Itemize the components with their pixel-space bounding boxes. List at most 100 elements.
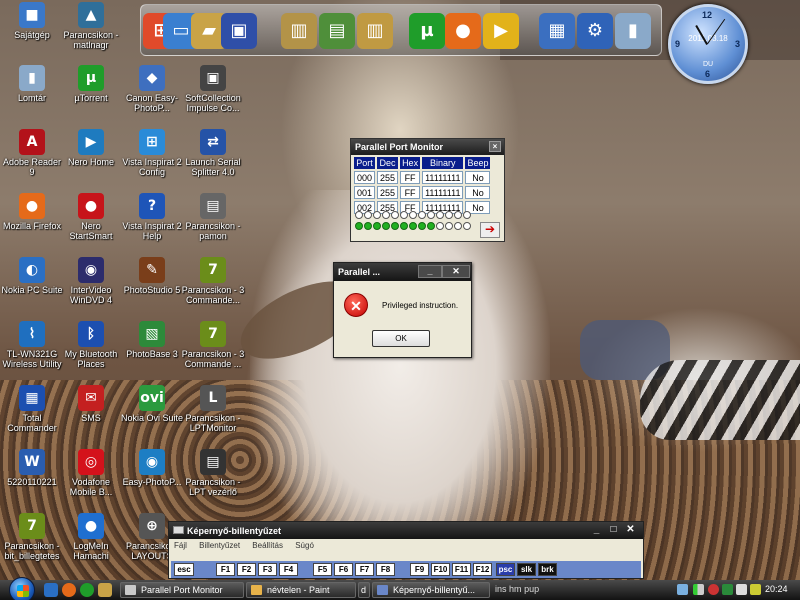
desktop-icon-nero-home[interactable]: ▶ Nero Home <box>59 129 123 167</box>
key-f8[interactable]: F8 <box>376 563 395 576</box>
menu-help[interactable]: Súgó <box>295 541 314 550</box>
desktop-icon-adobe-reader-9[interactable]: A Adobe Reader 9 <box>0 129 64 177</box>
key-psc[interactable]: psc <box>496 563 515 576</box>
tray-antivirus-icon[interactable] <box>708 584 719 595</box>
dialog-titlebar[interactable]: Parallel ... _ ✕ <box>334 263 471 281</box>
minimize-button[interactable]: _ <box>418 265 442 278</box>
desktop-icon-parancsikon-matlnagr[interactable]: ▲ Parancsikon - matlnagr <box>59 2 123 50</box>
parancsikon-bit-billegtetes-icon: 7 <box>19 513 45 539</box>
desktop-icon-label: Easy-PhotoP... <box>122 477 182 487</box>
key-brk[interactable]: brk <box>538 563 557 576</box>
key-f10[interactable]: F10 <box>431 563 450 576</box>
desktop-icon-parancsikon-lptmonitor[interactable]: L Parancsikon - LPTMonitor <box>181 385 245 433</box>
documents-icon[interactable]: ▤ <box>319 13 355 49</box>
key-slk[interactable]: slk <box>517 563 536 576</box>
firefox-icon[interactable]: ● <box>445 13 481 49</box>
taskbar-overlap-keys: ins hm pup <box>495 584 540 594</box>
osk-maximize-button[interactable]: □ <box>606 524 621 536</box>
desktop-icon-parancsikon-lpt-vez-rl[interactable]: ▤ Parancsikon - LPT vezérlő <box>181 449 245 497</box>
window-manager-icon[interactable]: ▦ <box>539 13 575 49</box>
folders-icon[interactable]: ▥ <box>357 13 393 49</box>
desktop-icon-my-bluetooth-places[interactable]: ᛒ My Bluetooth Places <box>59 321 123 369</box>
desktop-icon-label: 5220110221 <box>7 477 57 487</box>
tray-signal-icon[interactable] <box>693 584 704 595</box>
key-f11[interactable]: F11 <box>452 563 471 576</box>
quicklaunch-folder-icon[interactable] <box>98 583 112 597</box>
task-on-screen-keyboard[interactable]: Képernyő-billentyű... <box>372 582 490 598</box>
desktop-icon-5220110221[interactable]: W 5220110221 <box>0 449 64 487</box>
key-f9[interactable]: F9 <box>410 563 429 576</box>
desktop-icon-parancsikon-3-commande[interactable]: 7 Parancsikon - 3 Commande... <box>181 257 245 305</box>
desktop-icon-photostudio-5[interactable]: ✎ PhotoStudio 5 <box>120 257 184 295</box>
desktop-icon-vista-inspirat-2-help[interactable]: ? Vista Inspirat 2 Help <box>120 193 184 241</box>
desktop-icon-sms[interactable]: ✉ SMS <box>59 385 123 423</box>
desktop-icon-vodafone-mobile-b[interactable]: ◎ Vodafone Mobile B... <box>59 449 123 497</box>
media-player-icon[interactable]: ▶ <box>483 13 519 49</box>
desktop-icon-saj-tg-p[interactable]: ■ Sajátgép <box>0 2 64 40</box>
osk-key-row: esc F1 F2 F3 F4 F5 F6 F7 F8 F9 F10 F11 F12 psc slk brk <box>171 561 641 578</box>
task-label: névtelen - Paint <box>267 585 330 595</box>
desktop-icon-tl-wn321g-wireless-utility[interactable]: ⌇ TL-WN321G Wireless Utility <box>0 321 64 369</box>
task-paint[interactable]: névtelen - Paint <box>246 582 356 598</box>
key-f2[interactable]: F2 <box>237 563 256 576</box>
desktop-icon-easy-photop[interactable]: ◉ Easy-PhotoP... <box>120 449 184 487</box>
vodafone-mobile-b-icon: ◎ <box>78 449 104 475</box>
osk-close-button[interactable]: ✕ <box>623 524 638 536</box>
menu-file[interactable]: Fájl <box>174 541 187 550</box>
key-f3[interactable]: F3 <box>258 563 277 576</box>
key-esc[interactable]: esc <box>174 563 194 576</box>
ppm-close-button[interactable]: × <box>489 141 501 152</box>
save-icon[interactable]: ▣ <box>221 13 257 49</box>
key-f5[interactable]: F5 <box>313 563 332 576</box>
tray-power-icon[interactable] <box>750 584 761 595</box>
utorrent-icon[interactable]: µ <box>409 13 445 49</box>
ppm-titlebar[interactable]: Parallel Port Monitor × <box>351 139 504 155</box>
key-f12[interactable]: F12 <box>473 563 492 576</box>
desktop-icon-canon-easy-photop[interactable]: ◆ Canon Easy-PhotoP... <box>120 65 184 113</box>
desktop-icon-parancsikon-bit-billegtetes[interactable]: 7 Parancsikon - bit_billegtetes <box>0 513 64 561</box>
settings-gear-icon[interactable]: ⚙ <box>577 13 613 49</box>
quicklaunch-firefox-icon[interactable] <box>62 583 76 597</box>
key-f1[interactable]: F1 <box>216 563 235 576</box>
key-f6[interactable]: F6 <box>334 563 353 576</box>
desktop-icon-parancsikon-3-commande[interactable]: 7 Parancsikon - 3 Commande ... <box>181 321 245 369</box>
tray-network-icon[interactable] <box>722 584 733 595</box>
desktop-icon-nokia-pc-suite[interactable]: ◐ Nokia PC Suite <box>0 257 64 295</box>
desktop-icon-total-commander[interactable]: ▦ Total Commander <box>0 385 64 433</box>
key-f7[interactable]: F7 <box>355 563 374 576</box>
key-f4[interactable]: F4 <box>279 563 298 576</box>
desktop-icon-nokia-ovi-suite[interactable]: ovi Nokia Ovi Suite <box>120 385 184 423</box>
library-icon[interactable]: ▥ <box>281 13 317 49</box>
task-parallel-port-monitor[interactable]: Parallel Port Monitor <box>120 582 244 598</box>
cell-beep[interactable]: No <box>465 186 491 199</box>
tray-show-desktop-icon[interactable] <box>677 584 688 595</box>
taskbar-clock[interactable]: 20:24 <box>765 584 788 594</box>
quicklaunch-utorrent-icon[interactable] <box>80 583 94 597</box>
quicklaunch-desktop-icon[interactable] <box>44 583 58 597</box>
desktop-icon-intervideo-windvd-4[interactable]: ◉ InterVideo WinDVD 4 <box>59 257 123 305</box>
task-hidden-1[interactable]: d <box>358 582 370 598</box>
clock-gadget[interactable]: 12 3 6 9 2011.03.18 DU <box>668 4 748 84</box>
ok-button[interactable]: OK <box>372 330 430 347</box>
desktop-icon-lomt-r[interactable]: ▮ Lomtár <box>0 65 64 103</box>
port-table: Port Dec Hex Binary Beep 000 255 FF 11111111 No 0… <box>352 155 492 216</box>
desktop-icon-mozilla-firefox[interactable]: ● Mozilla Firefox <box>0 193 64 231</box>
desktop-icon-launch-serial-splitter-4-0[interactable]: ⇄ Launch Serial Splitter 4.0 <box>181 129 245 177</box>
close-button[interactable]: ✕ <box>442 265 470 278</box>
desktop-icon-logmein-hamachi[interactable]: ● LogMeIn Hamachi <box>59 513 123 561</box>
menu-settings[interactable]: Beállítás <box>252 541 283 550</box>
start-button[interactable] <box>9 577 35 600</box>
desktop-icon-photobase-3[interactable]: ▧ PhotoBase 3 <box>120 321 184 359</box>
osk-minimize-button[interactable]: _ <box>589 524 604 536</box>
cell-beep[interactable]: No <box>465 171 491 184</box>
desktop-icon-nero-startsmart[interactable]: ● Nero StartSmart <box>59 193 123 241</box>
menu-keyboard[interactable]: Billentyűzet <box>199 541 240 550</box>
osk-titlebar[interactable]: Képernyő-billentyűzet _ □ ✕ <box>169 522 643 539</box>
ppm-arrow-button[interactable]: ➔ <box>480 222 500 238</box>
tray-volume-icon[interactable] <box>736 584 747 595</box>
desktop-icon-torrent[interactable]: µ µTorrent <box>59 65 123 103</box>
desktop-icon-parancsikon-pamon[interactable]: ▤ Parancsikon - pamon <box>181 193 245 241</box>
desktop-icon-softcollection-impulse-co[interactable]: ▣ SoftCollection Impulse Co... <box>181 65 245 113</box>
recycle-bin-icon[interactable]: ▮ <box>615 13 651 49</box>
desktop-icon-vista-inspirat-2-config[interactable]: ⊞ Vista Inspirat 2 Config <box>120 129 184 177</box>
